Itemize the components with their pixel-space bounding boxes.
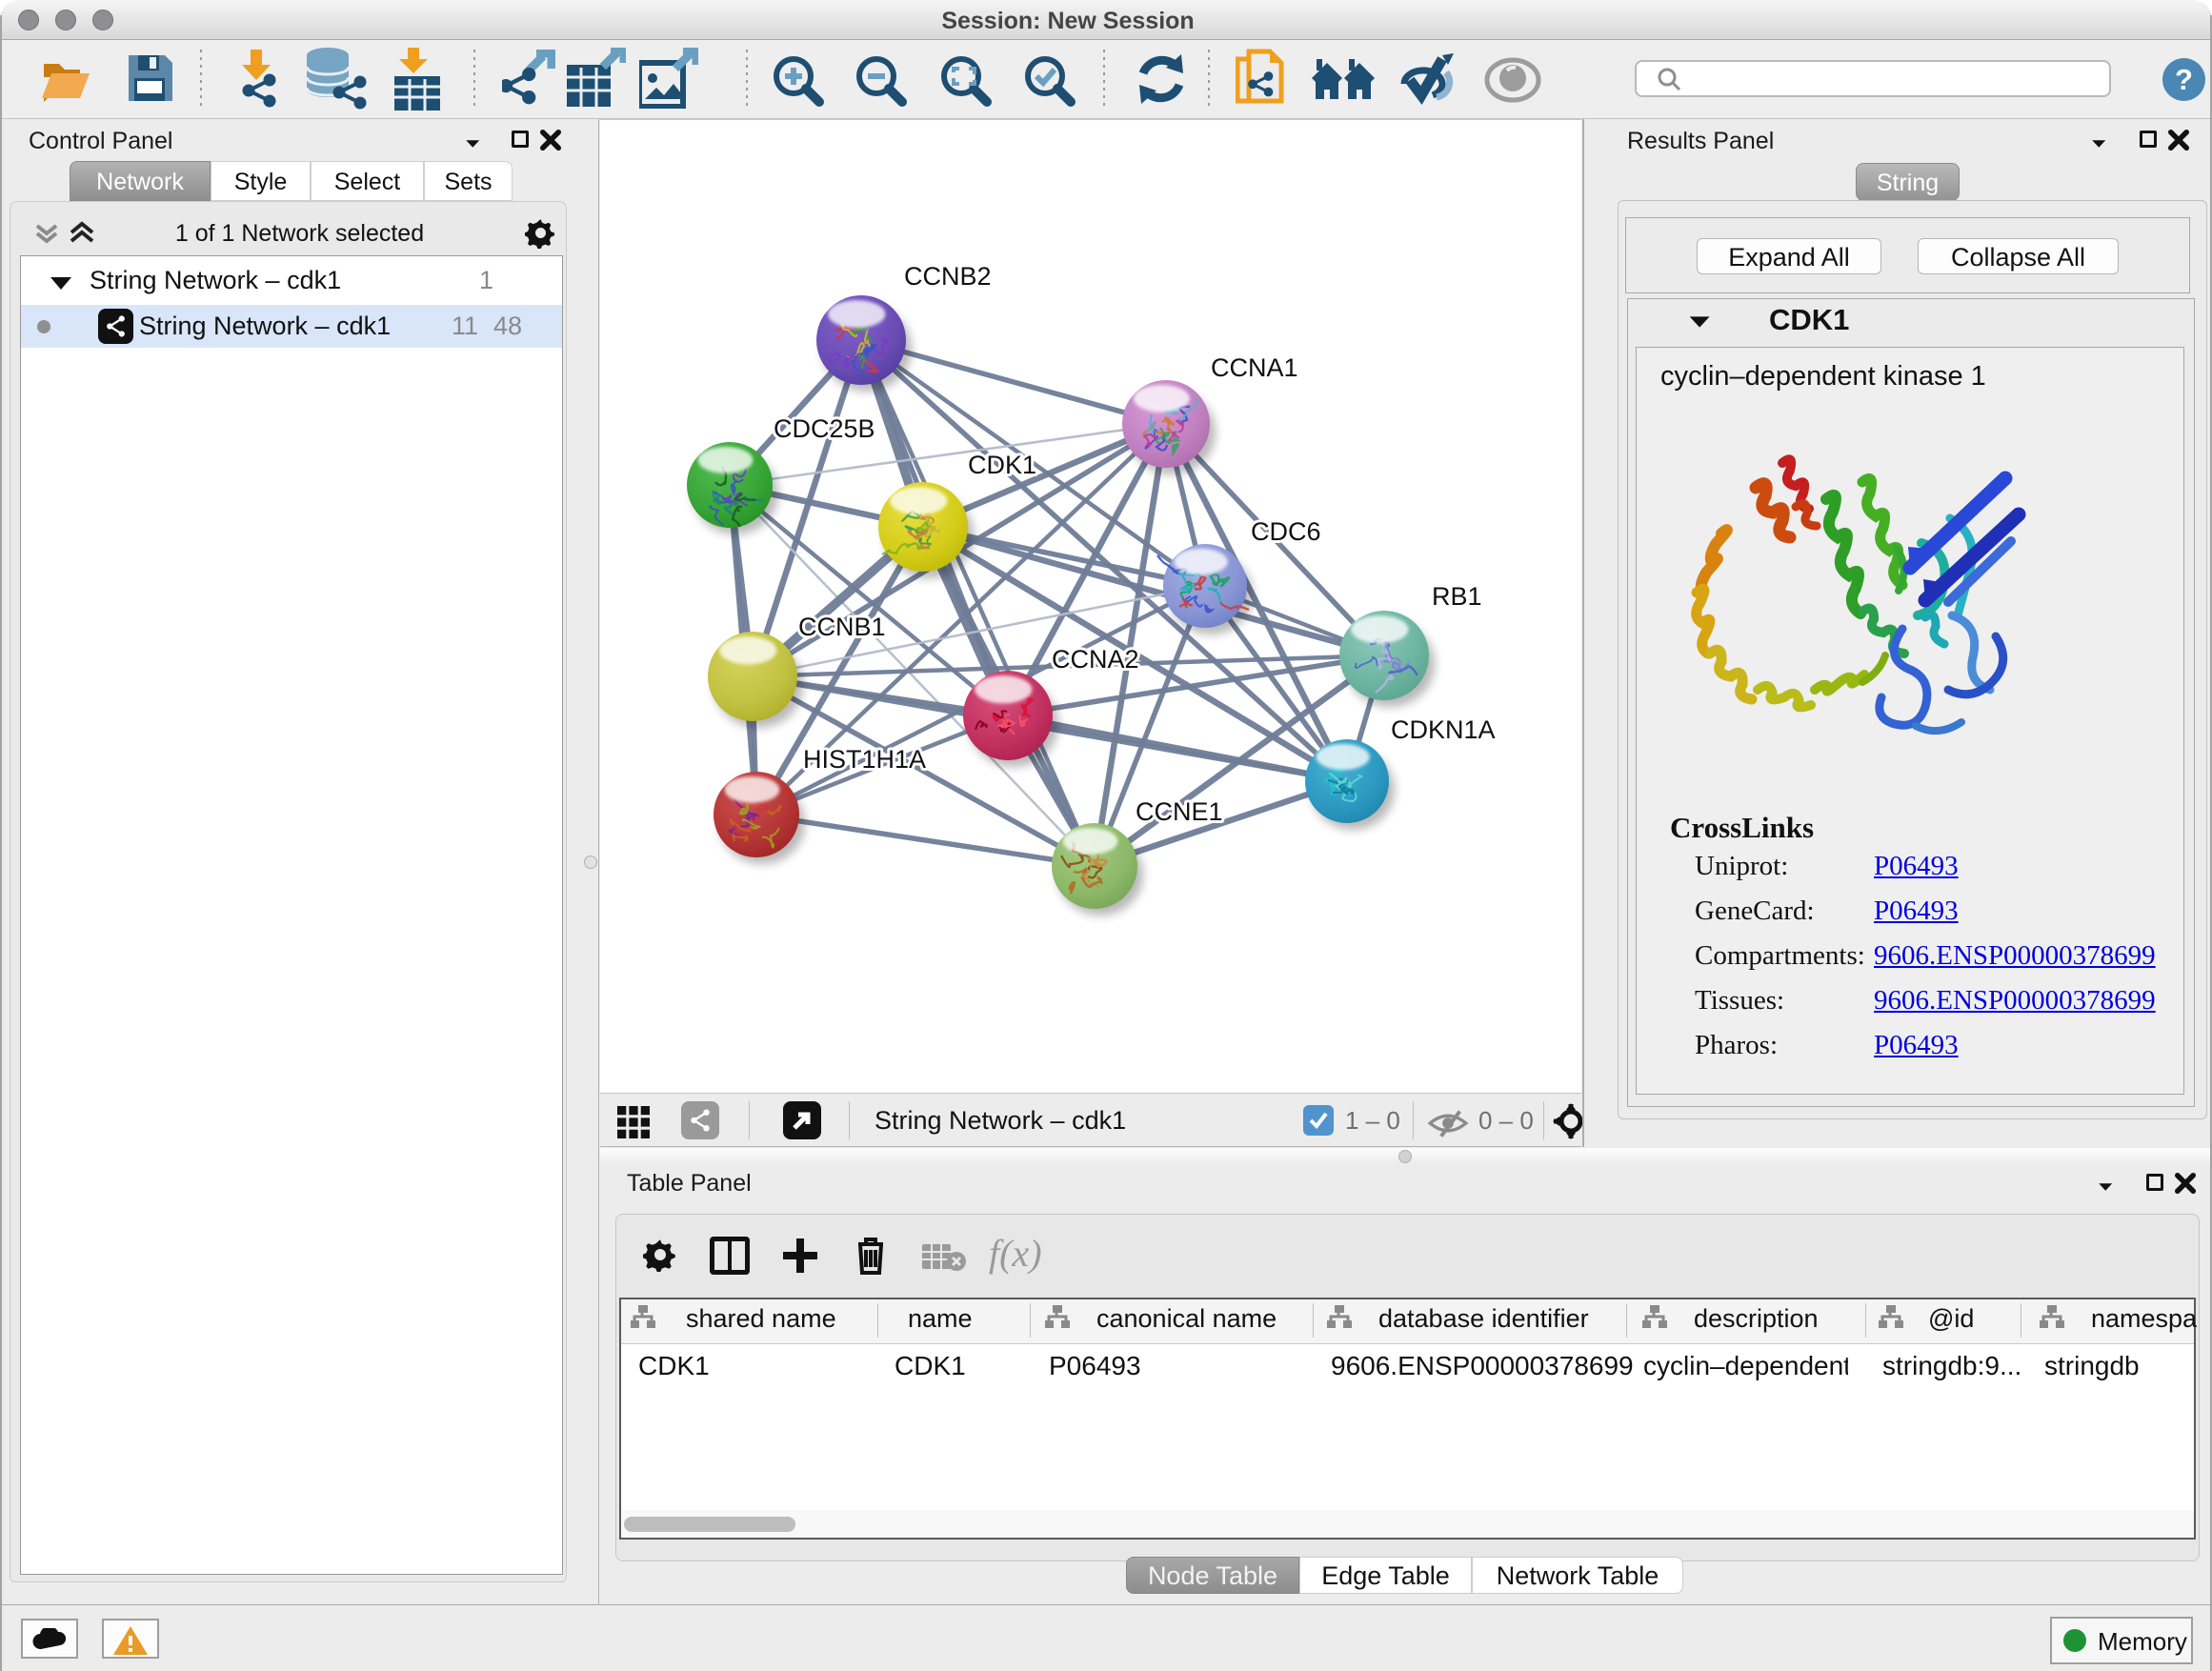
svg-text:CCNE1: CCNE1	[1136, 797, 1223, 826]
svg-text:CCNB1: CCNB1	[798, 613, 886, 641]
svg-text:CCNB2: CCNB2	[904, 262, 992, 291]
svg-text:CDK1: CDK1	[968, 451, 1036, 479]
svg-text:HIST1H1A: HIST1H1A	[803, 745, 926, 774]
svg-text:CDC6: CDC6	[1251, 517, 1321, 546]
svg-text:CCNA1: CCNA1	[1211, 353, 1298, 382]
svg-text:RB1: RB1	[1432, 582, 1482, 611]
svg-text:CDKN1A: CDKN1A	[1391, 715, 1496, 744]
svg-text:CCNA2: CCNA2	[1052, 645, 1139, 674]
svg-text:CDC25B: CDC25B	[774, 414, 875, 443]
